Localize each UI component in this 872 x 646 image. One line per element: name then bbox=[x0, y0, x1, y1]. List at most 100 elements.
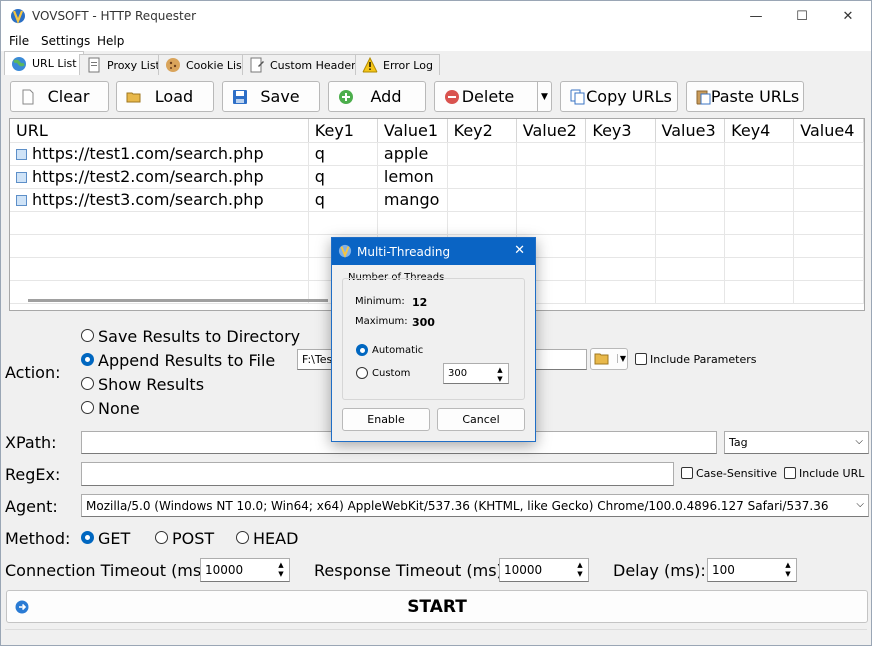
menu-file[interactable]: File bbox=[9, 34, 29, 48]
automatic-label: Automatic bbox=[372, 345, 424, 356]
table-cell[interactable] bbox=[447, 188, 517, 212]
spinner-arrows-icon[interactable]: ▲ ▼ bbox=[782, 561, 794, 579]
spinner-arrows-icon[interactable]: ▲ ▼ bbox=[494, 366, 506, 383]
column-header-value1[interactable]: Value1 bbox=[377, 119, 448, 143]
user-agent-select[interactable]: Mozilla/5.0 (Windows NT 10.0; Win64; x64… bbox=[81, 494, 869, 517]
connection-timeout-input[interactable]: 10000 ▲ ▼ bbox=[200, 558, 290, 582]
case-sensitive-checkbox[interactable] bbox=[681, 467, 693, 479]
table-cell[interactable]: q bbox=[308, 142, 378, 166]
table-cell[interactable] bbox=[724, 165, 795, 189]
custom-threads-input[interactable]: 300 ▲ ▼ bbox=[443, 363, 509, 384]
include-parameters-label: Include Parameters bbox=[650, 353, 757, 366]
table-cell[interactable] bbox=[724, 188, 795, 212]
table-cell[interactable] bbox=[516, 165, 587, 189]
radio-none[interactable] bbox=[81, 401, 94, 414]
radio-method-post[interactable] bbox=[155, 531, 168, 544]
tag-select[interactable]: Tag ⌵ bbox=[724, 431, 869, 454]
enable-button[interactable]: Enable bbox=[342, 408, 430, 431]
horizontal-scrollbar[interactable] bbox=[28, 299, 328, 302]
radio-custom[interactable] bbox=[356, 367, 368, 379]
copy-urls-button-label: Copy URLs bbox=[586, 87, 672, 106]
table-row[interactable]: https://test1.com/search.php q apple bbox=[10, 142, 864, 166]
tab-cookie-list[interactable]: Cookie List bbox=[158, 54, 254, 75]
copy-urls-button[interactable]: Copy URLs bbox=[560, 81, 678, 112]
delete-button[interactable]: Delete ▼ bbox=[434, 81, 552, 112]
delay-input[interactable]: 100 ▲ ▼ bbox=[707, 558, 797, 582]
radio-show-results[interactable] bbox=[81, 377, 94, 390]
dialog-title-bar: Multi-Threading ✕ bbox=[332, 238, 535, 265]
table-cell[interactable] bbox=[516, 188, 587, 212]
url-cell[interactable]: https://test2.com/search.php bbox=[10, 165, 309, 189]
regex-input[interactable] bbox=[81, 462, 674, 486]
tab-proxy-list[interactable]: Proxy List bbox=[79, 54, 167, 75]
table-cell[interactable]: q bbox=[308, 188, 378, 212]
table-cell[interactable] bbox=[655, 142, 726, 166]
column-header-value2[interactable]: Value2 bbox=[516, 119, 587, 143]
load-button[interactable]: Load bbox=[116, 81, 214, 112]
radio-append-results-to-file[interactable] bbox=[81, 353, 94, 366]
column-header-url[interactable]: URL bbox=[10, 119, 309, 143]
start-button-label: START bbox=[407, 597, 467, 617]
column-header-key4[interactable]: Key4 bbox=[724, 119, 795, 143]
close-button[interactable]: ✕ bbox=[825, 1, 871, 31]
maximize-button[interactable]: ☐ bbox=[779, 1, 825, 31]
table-cell[interactable] bbox=[447, 165, 517, 189]
browse-folder-button[interactable]: ▼ bbox=[590, 348, 628, 370]
spinner-arrows-icon[interactable]: ▲ ▼ bbox=[574, 561, 586, 579]
table-cell[interactable] bbox=[724, 142, 795, 166]
start-button[interactable]: START bbox=[6, 590, 868, 623]
radio-append-results-label: Append Results to File bbox=[98, 351, 276, 370]
url-cell[interactable]: https://test3.com/search.php bbox=[10, 188, 309, 212]
spinner-arrows-icon[interactable]: ▲ ▼ bbox=[275, 561, 287, 579]
minimize-button[interactable]: — bbox=[733, 1, 779, 31]
tab-url-list[interactable]: URL List bbox=[4, 51, 84, 75]
column-header-key3[interactable]: Key3 bbox=[585, 119, 656, 143]
radio-save-results-to-directory[interactable] bbox=[81, 329, 94, 342]
tab-error-log[interactable]: Error Log bbox=[355, 54, 440, 75]
table-cell[interactable] bbox=[655, 165, 726, 189]
table-cell[interactable] bbox=[793, 188, 864, 212]
table-cell[interactable]: mango bbox=[377, 188, 448, 212]
clear-button[interactable]: Clear bbox=[10, 81, 109, 112]
maximum-value: 300 bbox=[412, 316, 435, 329]
table-cell[interactable]: q bbox=[308, 165, 378, 189]
delete-button-label: Delete bbox=[461, 87, 515, 106]
table-cell[interactable] bbox=[516, 142, 587, 166]
table-cell[interactable] bbox=[447, 142, 517, 166]
include-parameters-checkbox[interactable] bbox=[635, 353, 647, 365]
web-page-icon bbox=[16, 149, 27, 160]
add-button[interactable]: Add bbox=[328, 81, 426, 112]
table-cell[interactable] bbox=[585, 188, 656, 212]
tab-custom-headers[interactable]: Custom Headers bbox=[242, 54, 369, 75]
cancel-button[interactable]: Cancel bbox=[437, 408, 525, 431]
menu-settings[interactable]: Settings bbox=[41, 34, 90, 48]
table-cell[interactable] bbox=[793, 165, 864, 189]
table-row[interactable]: https://test2.com/search.php q lemon bbox=[10, 165, 864, 189]
response-timeout-input[interactable]: 10000 ▲ ▼ bbox=[499, 558, 589, 582]
column-header-value3[interactable]: Value3 bbox=[655, 119, 726, 143]
close-icon[interactable]: ✕ bbox=[514, 243, 525, 258]
radio-automatic[interactable] bbox=[356, 344, 368, 356]
radio-method-get[interactable] bbox=[81, 531, 94, 544]
column-header-key1[interactable]: Key1 bbox=[308, 119, 378, 143]
table-cell[interactable]: lemon bbox=[377, 165, 448, 189]
radio-method-head[interactable] bbox=[236, 531, 249, 544]
menu-help[interactable]: Help bbox=[97, 34, 124, 48]
save-button[interactable]: Save bbox=[222, 81, 320, 112]
table-cell[interactable] bbox=[655, 188, 726, 212]
include-url-checkbox[interactable] bbox=[784, 467, 796, 479]
column-header-value4[interactable]: Value4 bbox=[793, 119, 864, 143]
delete-dropdown-arrow-icon[interactable]: ▼ bbox=[537, 82, 551, 111]
table-cell[interactable]: apple bbox=[377, 142, 448, 166]
column-header-key2[interactable]: Key2 bbox=[447, 119, 517, 143]
radio-show-results-label: Show Results bbox=[98, 375, 205, 394]
browse-dropdown-arrow-icon[interactable]: ▼ bbox=[616, 354, 626, 363]
table-cell[interactable] bbox=[585, 165, 656, 189]
tab-url-list-label: URL List bbox=[32, 57, 77, 70]
table-row[interactable]: https://test3.com/search.php q mango bbox=[10, 188, 864, 212]
table-cell[interactable] bbox=[793, 142, 864, 166]
table-cell[interactable] bbox=[585, 142, 656, 166]
url-cell[interactable]: https://test1.com/search.php bbox=[10, 142, 309, 166]
paste-urls-button[interactable]: Paste URLs bbox=[686, 81, 804, 112]
include-url-label: Include URL bbox=[799, 467, 865, 480]
